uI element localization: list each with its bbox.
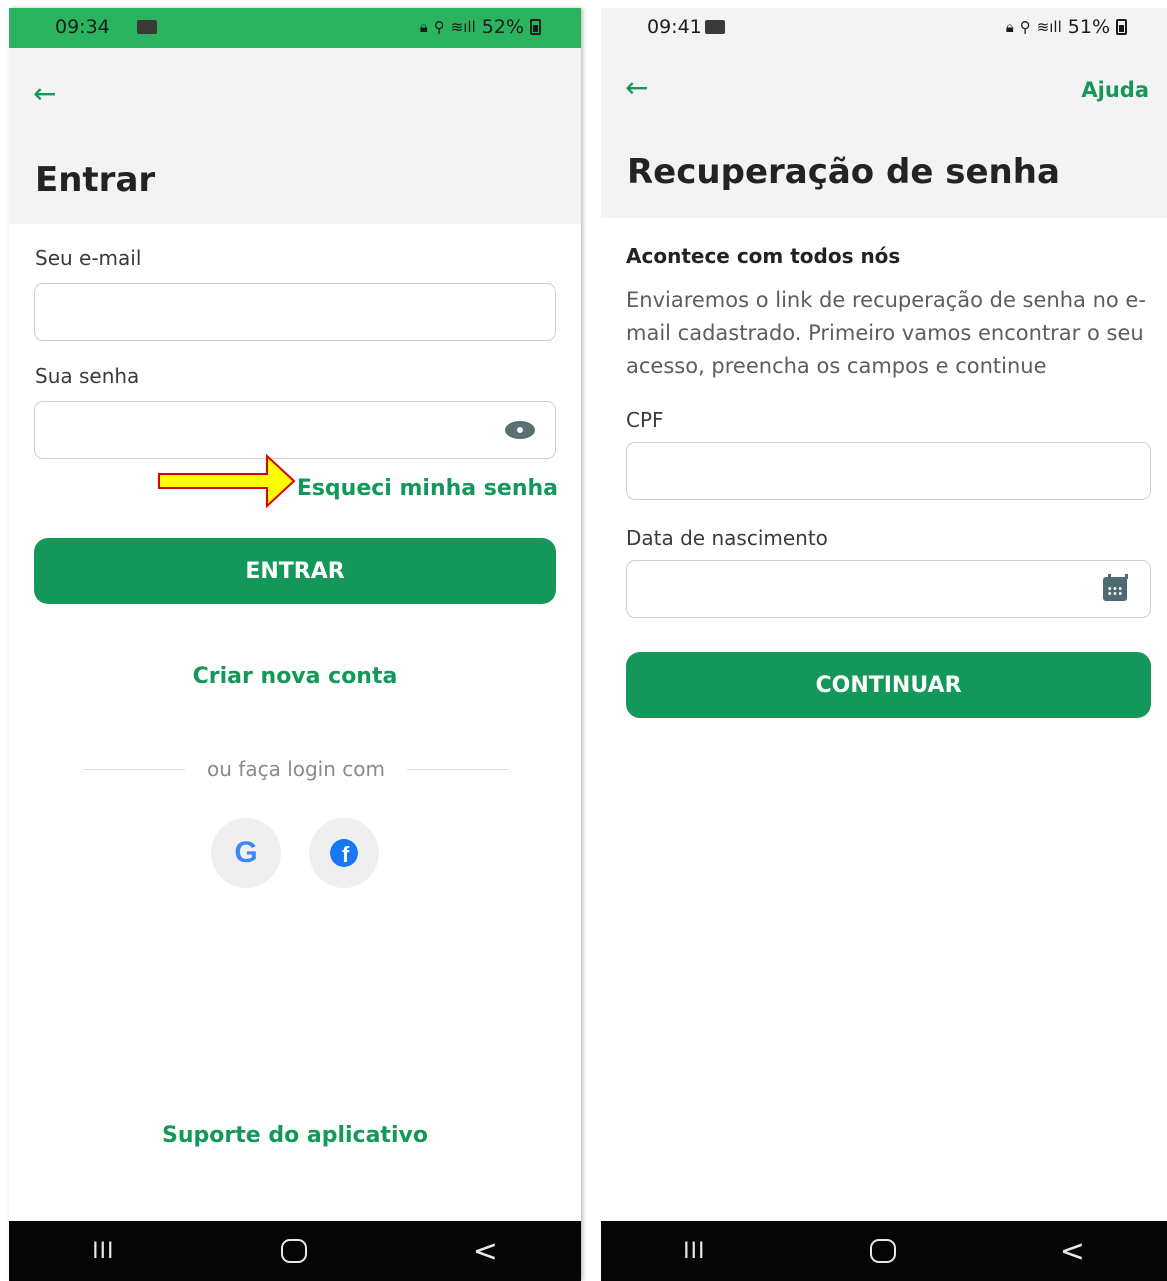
battery-percent: 51% <box>1067 16 1110 38</box>
description-text: Enviaremos o link de recuperação de senh… <box>626 288 1146 378</box>
divider-line-right <box>406 768 509 770</box>
calendar-icon <box>1103 574 1128 601</box>
divider-text: ou faça login com <box>207 757 385 781</box>
back-arrow-icon[interactable]: ← <box>625 72 657 104</box>
forgot-password-link[interactable]: Esqueci minha senha <box>297 476 558 501</box>
page-header: ← Ajuda Recuperação de senha <box>601 48 1167 218</box>
app-notification-icon <box>137 20 157 34</box>
wifi-signal-icon: ≋ıll <box>450 18 476 36</box>
location-icon: ⚲ <box>433 18 445 36</box>
birthdate-input[interactable] <box>627 561 1150 617</box>
password-recovery-screen: 09:41 🔒︎ ⚲ ≋ıll 51% ← Ajuda Recuperação … <box>601 8 1167 1281</box>
status-time: 09:41 <box>647 16 702 38</box>
page-title: Entrar <box>35 160 156 200</box>
recent-apps-button[interactable]: III <box>92 1239 114 1264</box>
birthdate-field[interactable] <box>626 560 1151 618</box>
android-nav-bar: III < <box>601 1221 1167 1281</box>
email-input[interactable] <box>35 284 555 340</box>
facebook-login-button[interactable]: f <box>309 818 379 888</box>
lock-icon: 🔒︎ <box>1005 18 1014 36</box>
help-link[interactable]: Ajuda <box>1081 78 1149 102</box>
android-nav-bar: III < <box>9 1221 581 1281</box>
battery-icon <box>1116 19 1127 35</box>
cpf-field[interactable] <box>626 442 1151 500</box>
login-screen: 09:34 🔒︎ ⚲ ≋ıll 52% ← Entrar Seu e-mail … <box>9 8 581 1281</box>
google-login-button[interactable]: G <box>211 818 281 888</box>
cpf-label: CPF <box>626 408 664 432</box>
system-back-button[interactable]: < <box>473 1234 498 1269</box>
status-indicators: 🔒︎ ⚲ ≋ıll 52% <box>420 16 541 38</box>
status-indicators: 🔒︎ ⚲ ≋ıll 51% <box>1006 16 1127 38</box>
wifi-signal-icon: ≋ıll <box>1036 18 1062 36</box>
location-icon: ⚲ <box>1019 18 1031 36</box>
create-account-link[interactable]: Criar nova conta <box>9 664 581 689</box>
system-back-button[interactable]: < <box>1060 1234 1085 1269</box>
google-icon: G <box>234 836 258 869</box>
password-visibility-toggle[interactable] <box>505 416 535 444</box>
battery-icon <box>530 19 541 35</box>
home-button[interactable] <box>869 1239 896 1263</box>
subheading: Acontece com todos nós <box>626 244 901 268</box>
divider-line-left <box>83 768 186 770</box>
continue-button[interactable]: CONTINUAR <box>626 652 1151 718</box>
birthdate-label: Data de nascimento <box>626 526 828 550</box>
annotation-arrow-shape <box>158 453 296 509</box>
status-time: 09:34 <box>55 16 110 38</box>
lock-icon: 🔒︎ <box>419 18 428 36</box>
email-label: Seu e-mail <box>35 246 142 270</box>
back-arrow-icon[interactable]: ← <box>33 78 65 110</box>
battery-percent: 52% <box>481 16 524 38</box>
recent-apps-button[interactable]: III <box>683 1239 705 1264</box>
email-field[interactable] <box>34 283 556 341</box>
facebook-icon: f <box>330 839 358 867</box>
social-divider: ou faça login com <box>83 756 509 782</box>
login-button[interactable]: ENTRAR <box>34 538 556 604</box>
page-header: ← Entrar <box>9 48 581 224</box>
date-picker-button[interactable] <box>1100 574 1130 603</box>
password-input[interactable] <box>35 402 555 458</box>
eye-icon <box>505 421 535 439</box>
page-title: Recuperação de senha <box>627 152 1060 192</box>
cpf-input[interactable] <box>627 443 1150 499</box>
annotation-arrow <box>158 453 296 509</box>
status-bar: 09:41 🔒︎ ⚲ ≋ıll 51% <box>601 8 1167 48</box>
password-field[interactable] <box>34 401 556 459</box>
home-button[interactable] <box>280 1239 307 1263</box>
password-label: Sua senha <box>35 364 140 388</box>
app-support-link[interactable]: Suporte do aplicativo <box>9 1123 581 1148</box>
status-bar: 09:34 🔒︎ ⚲ ≋ıll 52% <box>9 8 581 48</box>
app-notification-icon <box>705 20 725 34</box>
